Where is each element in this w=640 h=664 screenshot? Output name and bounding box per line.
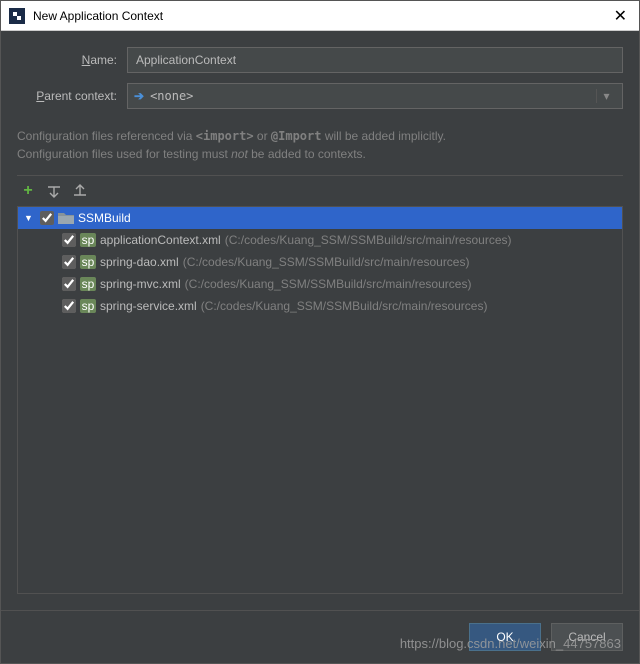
file-checkbox[interactable] (62, 277, 76, 291)
name-label: Name: (17, 53, 127, 67)
file-label: spring-dao.xml (100, 255, 179, 269)
info-text: Configuration files referenced via <impo… (17, 127, 623, 163)
ok-button[interactable]: OK (469, 623, 541, 651)
dialog-content: Name: Parent context: ➔ <none> ▾ Configu… (1, 31, 639, 610)
file-label: spring-mvc.xml (100, 277, 181, 291)
cancel-button[interactable]: Cancel (551, 623, 623, 651)
file-path: (C:/codes/Kuang_SSM/SSMBuild/src/main/re… (183, 255, 470, 269)
folder-icon (58, 210, 74, 226)
svg-text:sp: sp (82, 233, 95, 247)
svg-text:sp: sp (82, 255, 95, 269)
collapse-all-button[interactable] (69, 180, 91, 202)
name-row: Name: (17, 47, 623, 73)
tree-file-row[interactable]: sp spring-dao.xml (C:/codes/Kuang_SSM/SS… (18, 251, 622, 273)
dialog-window: New Application Context ✕ Name: Parent c… (0, 0, 640, 664)
add-button[interactable]: + (17, 180, 39, 202)
parent-context-value: <none> (150, 89, 592, 103)
app-icon (9, 8, 25, 24)
parent-label: Parent context: (17, 89, 127, 103)
expand-toggle-icon[interactable]: ▼ (24, 213, 36, 223)
parent-row: Parent context: ➔ <none> ▾ (17, 83, 623, 109)
file-path: (C:/codes/Kuang_SSM/SSMBuild/src/main/re… (185, 277, 472, 291)
spring-config-icon: sp (80, 298, 96, 314)
root-label: SSMBuild (78, 211, 131, 225)
arrow-right-icon: ➔ (134, 89, 144, 103)
file-checkbox[interactable] (62, 233, 76, 247)
tree-file-row[interactable]: sp applicationContext.xml (C:/codes/Kuan… (18, 229, 622, 251)
file-path: (C:/codes/Kuang_SSM/SSMBuild/src/main/re… (225, 233, 512, 247)
svg-text:sp: sp (82, 299, 95, 313)
expand-all-button[interactable] (43, 180, 65, 202)
button-bar: OK Cancel https://blog.csdn.net/weixin_4… (1, 610, 639, 663)
tree-file-row[interactable]: sp spring-mvc.xml (C:/codes/Kuang_SSM/SS… (18, 273, 622, 295)
spring-config-icon: sp (80, 254, 96, 270)
spring-config-icon: sp (80, 276, 96, 292)
root-checkbox[interactable] (40, 211, 54, 225)
file-checkbox[interactable] (62, 255, 76, 269)
window-title: New Application Context (33, 9, 610, 23)
file-label: applicationContext.xml (100, 233, 221, 247)
close-icon[interactable]: ✕ (610, 6, 631, 26)
spring-config-icon: sp (80, 232, 96, 248)
tree-root-row[interactable]: ▼ SSMBuild (18, 207, 622, 229)
file-label: spring-service.xml (100, 299, 197, 313)
tree-file-row[interactable]: sp spring-service.xml (C:/codes/Kuang_SS… (18, 295, 622, 317)
titlebar: New Application Context ✕ (1, 1, 639, 31)
name-input[interactable] (127, 47, 623, 73)
file-path: (C:/codes/Kuang_SSM/SSMBuild/src/main/re… (201, 299, 488, 313)
svg-text:sp: sp (82, 277, 95, 291)
tree-toolbar: + (17, 175, 623, 207)
chevron-down-icon: ▾ (596, 89, 616, 103)
context-tree[interactable]: ▼ SSMBuild sp applicationContext.xml (C:… (17, 207, 623, 594)
file-checkbox[interactable] (62, 299, 76, 313)
parent-context-dropdown[interactable]: ➔ <none> ▾ (127, 83, 623, 109)
